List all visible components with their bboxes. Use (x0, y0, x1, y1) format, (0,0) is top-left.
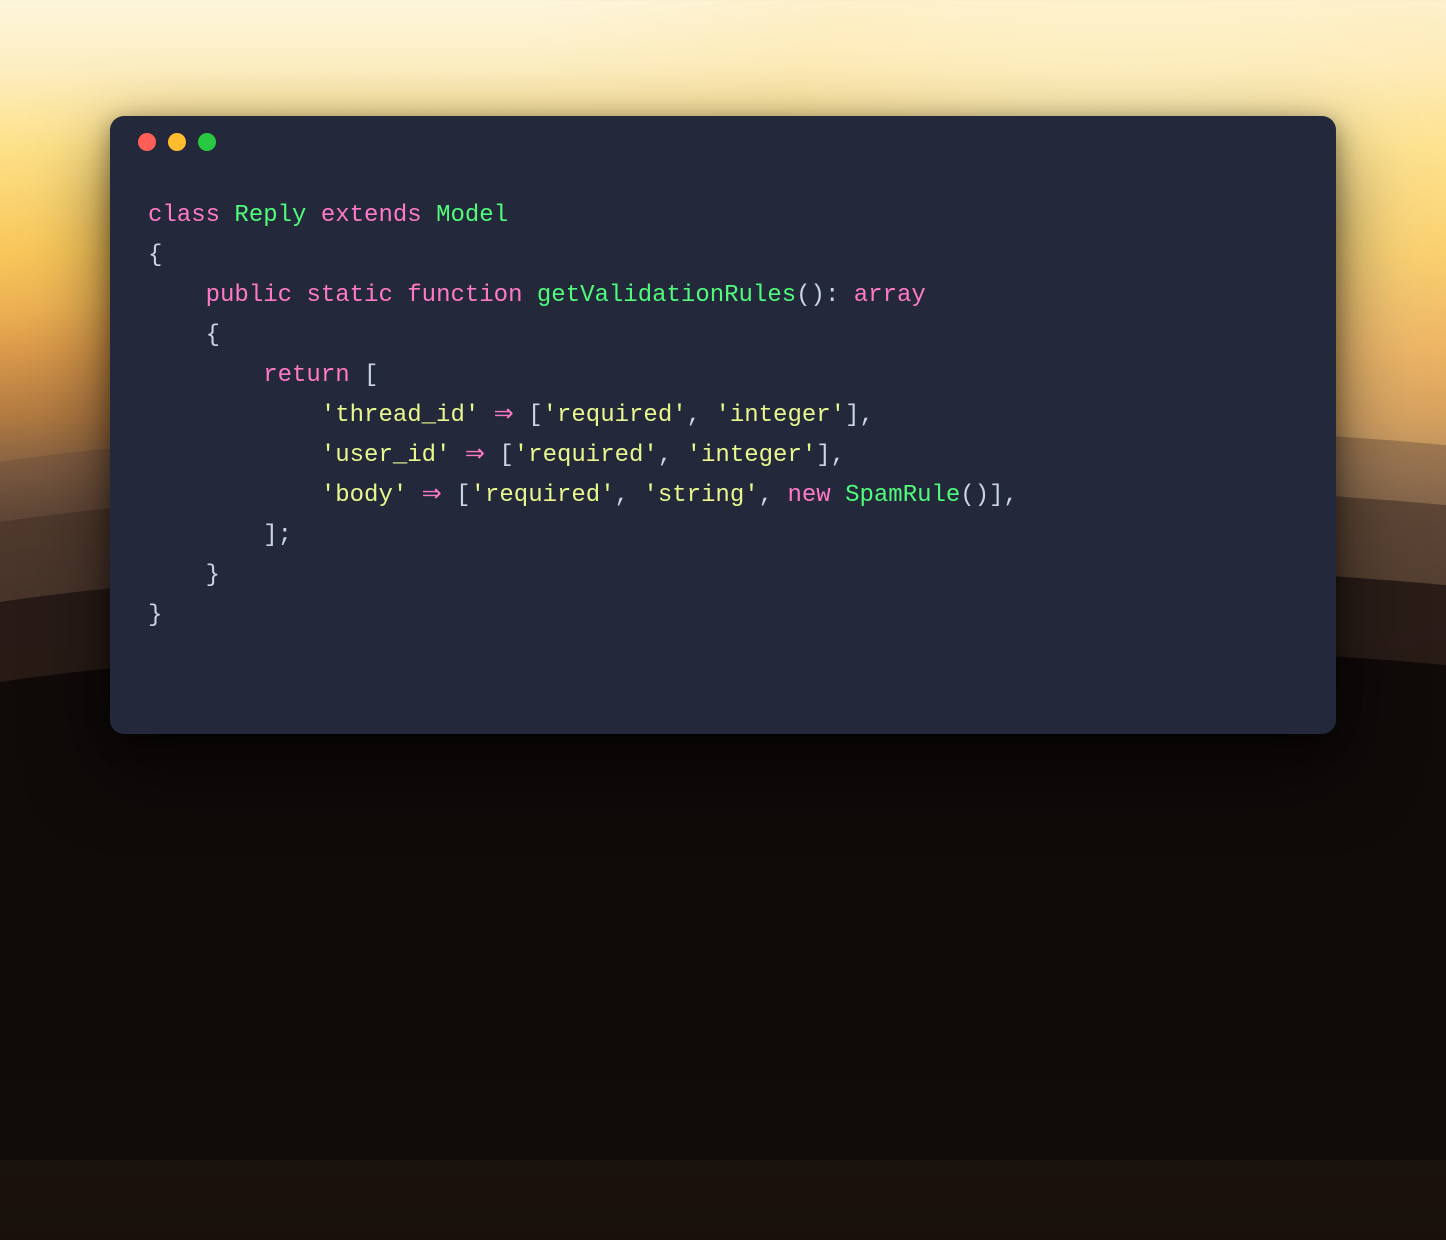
array-close: ] (263, 522, 277, 549)
rule-value: 'integer' (715, 402, 845, 429)
minimize-icon[interactable] (168, 133, 186, 151)
paren-open: ( (796, 282, 810, 309)
class-name-reply: Reply (234, 202, 306, 229)
bracket-open: [ (499, 442, 513, 469)
arrow-icon: ⇒ (465, 442, 485, 469)
arrow-icon: ⇒ (422, 482, 442, 509)
paren-close: ) (811, 282, 825, 309)
bracket-close: ] (989, 482, 1003, 509)
code-block: class Reply extends Model { public stati… (110, 168, 1336, 676)
method-brace-close: } (206, 562, 220, 589)
keyword-public: public (206, 282, 292, 309)
rule-value: 'required' (543, 402, 687, 429)
bracket-open: [ (456, 482, 470, 509)
bracket-close: ] (845, 402, 859, 429)
array-open: [ (364, 362, 378, 389)
window-titlebar (110, 116, 1336, 168)
comma: , (1004, 482, 1018, 509)
code-window: class Reply extends Model { public stati… (110, 116, 1336, 734)
rule-value: 'required' (514, 442, 658, 469)
bracket-open: [ (528, 402, 542, 429)
keyword-return: return (263, 362, 349, 389)
bracket-close: ] (816, 442, 830, 469)
comma: , (615, 482, 629, 509)
comma: , (859, 402, 873, 429)
keyword-function: function (407, 282, 522, 309)
semicolon: ; (278, 522, 292, 549)
keyword-extends: extends (321, 202, 422, 229)
return-type: array (854, 282, 926, 309)
arrow-icon: ⇒ (494, 402, 514, 429)
rule-value: 'required' (471, 482, 615, 509)
class-name-spamrule: SpamRule (845, 482, 960, 509)
comma: , (759, 482, 773, 509)
comma: , (831, 442, 845, 469)
keyword-new: new (787, 482, 830, 509)
class-name-model: Model (436, 202, 508, 229)
brace-close: } (148, 602, 162, 629)
keyword-static: static (306, 282, 392, 309)
rule-key: 'user_id' (321, 442, 451, 469)
keyword-class: class (148, 202, 220, 229)
paren-close: ) (975, 482, 989, 509)
rule-key: 'thread_id' (321, 402, 479, 429)
brace-open: { (148, 242, 162, 269)
rule-value: 'integer' (687, 442, 817, 469)
rule-key: 'body' (321, 482, 407, 509)
zoom-icon[interactable] (198, 133, 216, 151)
comma: , (687, 402, 701, 429)
rule-value: 'string' (643, 482, 758, 509)
method-name: getValidationRules (537, 282, 796, 309)
colon: : (825, 282, 839, 309)
paren-open: ( (960, 482, 974, 509)
comma: , (658, 442, 672, 469)
close-icon[interactable] (138, 133, 156, 151)
method-brace-open: { (206, 322, 220, 349)
